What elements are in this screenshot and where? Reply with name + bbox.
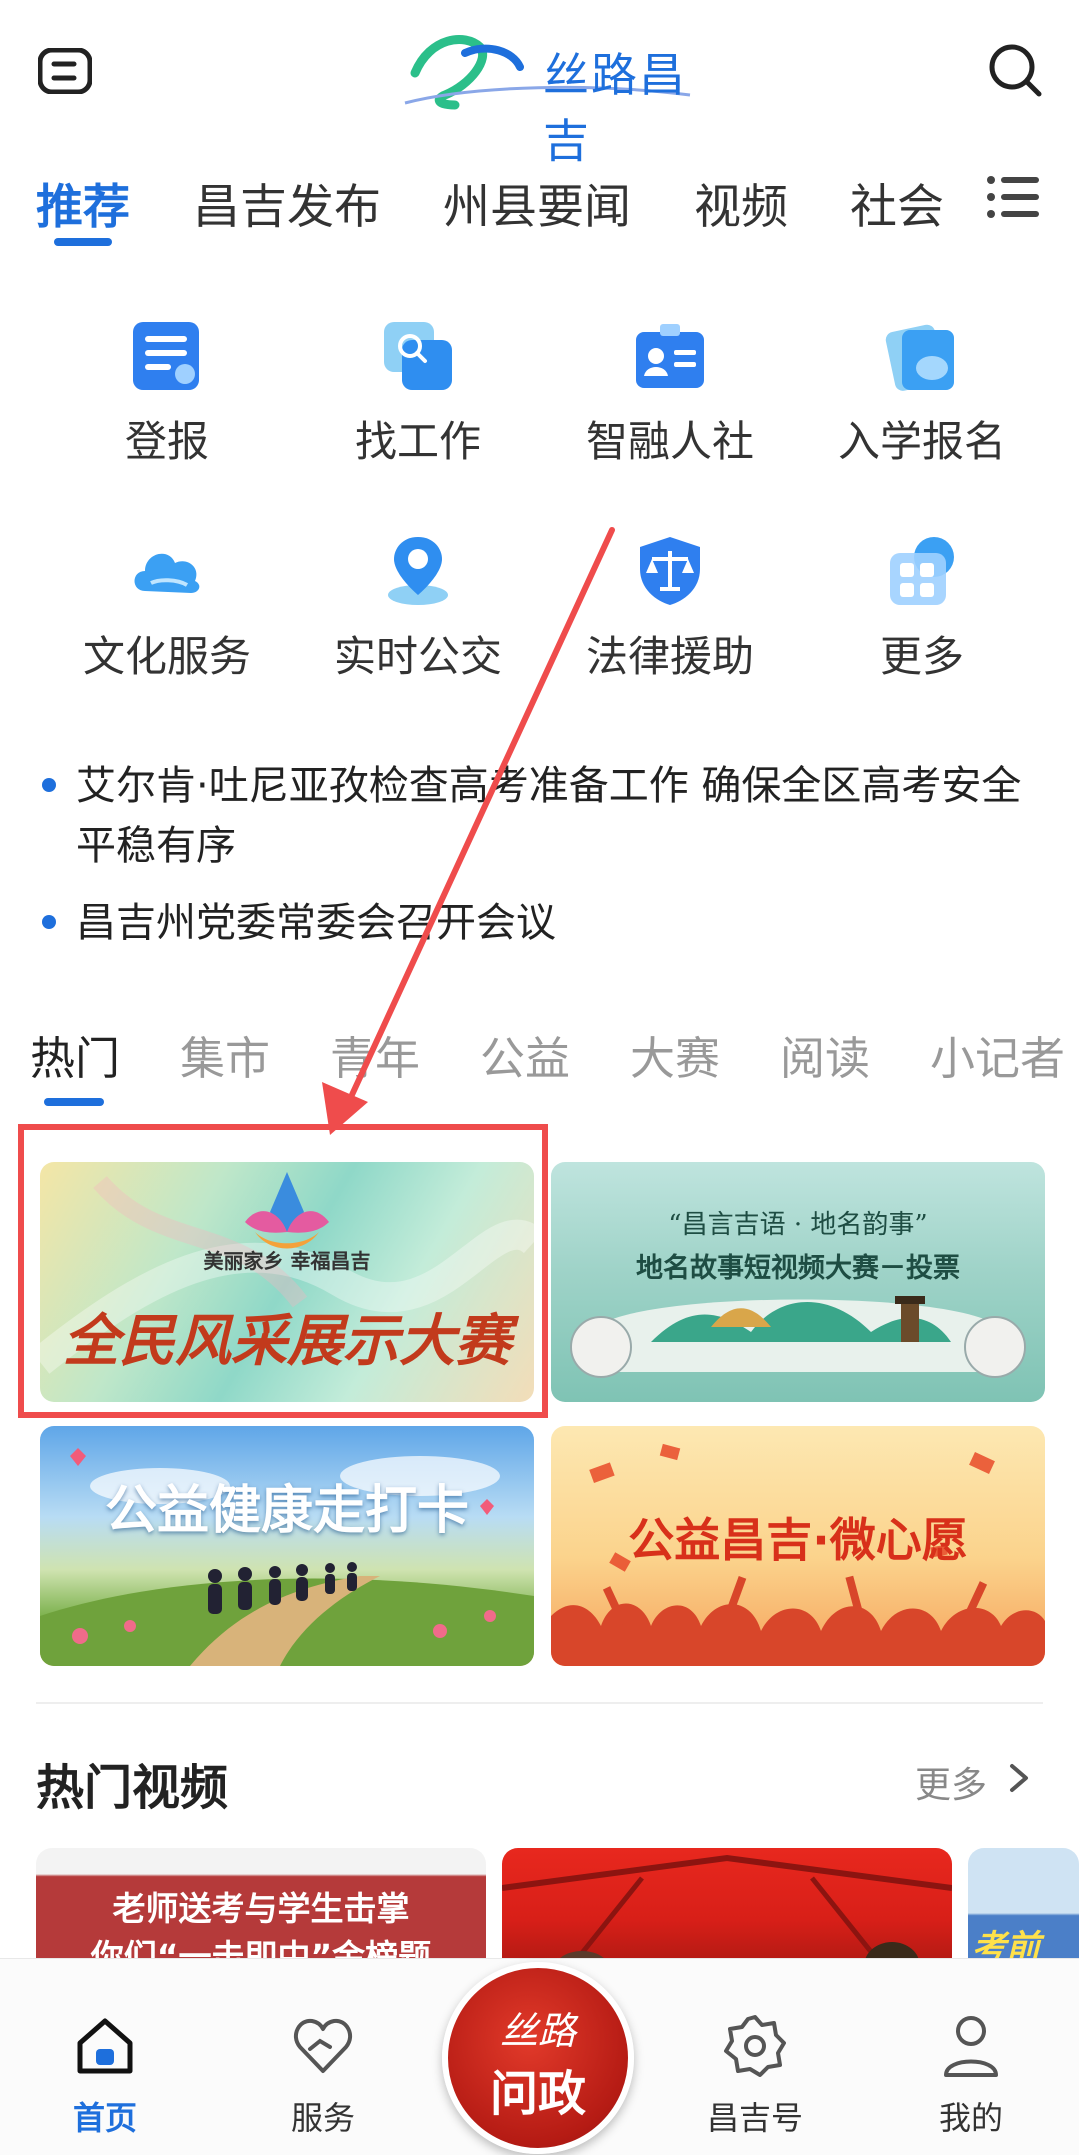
service-social-security[interactable]: 智融人社 xyxy=(555,318,775,508)
id-card-icon xyxy=(632,318,708,394)
banner-title: 公益昌吉·微心愿 xyxy=(628,1513,968,1567)
service-label: 实时公交 xyxy=(333,632,502,681)
service-label: 法律援助 xyxy=(585,632,754,681)
headline-item[interactable]: 昌吉州党委常委会召开会议 xyxy=(38,893,1048,953)
nav-label: 昌吉号 xyxy=(706,2099,803,2137)
active-category-indicator xyxy=(44,1098,104,1106)
bullet-dot xyxy=(42,778,56,792)
category-tab-charity[interactable]: 公益 xyxy=(480,1022,570,1087)
gear-icon xyxy=(722,2013,788,2079)
category-tab-reporter[interactable]: 小记者 xyxy=(930,1022,1065,1087)
nav-service[interactable]: 服务 xyxy=(248,2005,398,2137)
category-tab-contest[interactable]: 大赛 xyxy=(630,1022,720,1087)
tab-society[interactable]: 社会 xyxy=(850,168,944,237)
bullet-dot xyxy=(42,915,56,929)
job-search-icon xyxy=(380,318,456,394)
tab-recommend[interactable]: 推荐 xyxy=(36,168,130,237)
section-divider xyxy=(36,1702,1043,1704)
more-link[interactable]: 更多 xyxy=(915,1756,987,1808)
nav-changji-account[interactable]: 昌吉号 xyxy=(680,2005,830,2137)
nav-home[interactable]: 首页 xyxy=(30,2005,180,2137)
service-legal-aid[interactable]: 法律援助 xyxy=(555,533,775,723)
banner-placename-video[interactable]: “昌言吉语 · 地名韵事” 地名故事短视频大赛－投票 xyxy=(551,1162,1045,1402)
tab-video[interactable]: 视频 xyxy=(694,168,788,237)
banner-title: 地名故事短视频大赛－投票 xyxy=(636,1253,960,1284)
highlight-box xyxy=(18,1124,548,1418)
service-more[interactable]: 更多 xyxy=(807,533,1027,723)
top-tab-bar: 推荐 昌吉发布 州县要闻 视频 社会 xyxy=(0,150,1079,250)
nav-mine[interactable]: 我的 xyxy=(896,2005,1046,2137)
search-icon[interactable] xyxy=(985,40,1045,100)
category-tab-reading[interactable]: 阅读 xyxy=(780,1022,870,1087)
tab-changji-release[interactable]: 昌吉发布 xyxy=(193,168,381,237)
nav-label: 我的 xyxy=(938,2099,1003,2137)
location-pin-icon xyxy=(380,533,456,609)
user-icon xyxy=(938,2013,1004,2079)
service-label: 登报 xyxy=(124,417,209,466)
banner-health-walk[interactable]: 公益健康走打卡 xyxy=(40,1426,534,1666)
newspaper-icon xyxy=(129,318,205,394)
legal-scale-icon xyxy=(632,533,708,609)
service-label: 找工作 xyxy=(354,417,481,466)
service-enrollment[interactable]: 入学报名 xyxy=(807,318,1027,508)
wenzheng-center-button[interactable]: 丝路 问政 xyxy=(442,1962,634,2154)
chevron-right-icon[interactable] xyxy=(1006,1762,1032,1794)
tab-county-news[interactable]: 州县要闻 xyxy=(443,168,631,237)
menu-icon[interactable] xyxy=(37,47,93,95)
service-label: 更多 xyxy=(879,632,964,681)
channel-list-icon[interactable] xyxy=(985,172,1041,222)
service-newspaper[interactable]: 登报 xyxy=(52,318,272,508)
video-caption: 老师送考与学生击掌 xyxy=(112,1889,410,1928)
cloud-icon xyxy=(129,533,205,609)
category-tab-youth[interactable]: 青年 xyxy=(330,1022,420,1087)
service-bus[interactable]: 实时公交 xyxy=(303,533,523,723)
center-button-label: 问政 xyxy=(489,2066,586,2122)
headline-item[interactable]: 艾尔肯·吐尼亚孜检查高考准备工作 确保全区高考安全平稳有序 xyxy=(38,756,1048,876)
section-title: 热门视频 xyxy=(36,1760,229,1816)
banner-micro-wish[interactable]: 公益昌吉·微心愿 xyxy=(551,1426,1045,1666)
nav-label: 首页 xyxy=(72,2099,137,2137)
home-icon xyxy=(72,2013,138,2079)
headline-text: 艾尔肯·吐尼亚孜检查高考准备工作 确保全区高考安全平稳有序 xyxy=(76,763,1022,869)
headline-text: 昌吉州党委常委会召开会议 xyxy=(76,900,556,946)
center-button-top-text: 丝路 xyxy=(499,2009,576,2053)
active-tab-indicator xyxy=(54,238,112,246)
banner-title: 公益健康走打卡 xyxy=(104,1481,469,1541)
service-culture[interactable]: 文化服务 xyxy=(52,533,272,723)
service-job[interactable]: 找工作 xyxy=(303,318,523,508)
heart-icon xyxy=(290,2013,356,2079)
app-logo: 丝路昌吉 xyxy=(395,25,695,168)
service-label: 入学报名 xyxy=(837,417,1006,466)
enrollment-icon xyxy=(884,318,960,394)
service-label: 文化服务 xyxy=(82,632,251,681)
grid-more-icon xyxy=(884,533,960,609)
category-tab-hot[interactable]: 热门 xyxy=(30,1022,120,1087)
category-tab-market[interactable]: 集市 xyxy=(180,1022,270,1087)
nav-label: 服务 xyxy=(290,2099,355,2137)
banner-subtitle: “昌言吉语 · 地名韵事” xyxy=(668,1210,928,1240)
service-label: 智融人社 xyxy=(585,417,754,466)
